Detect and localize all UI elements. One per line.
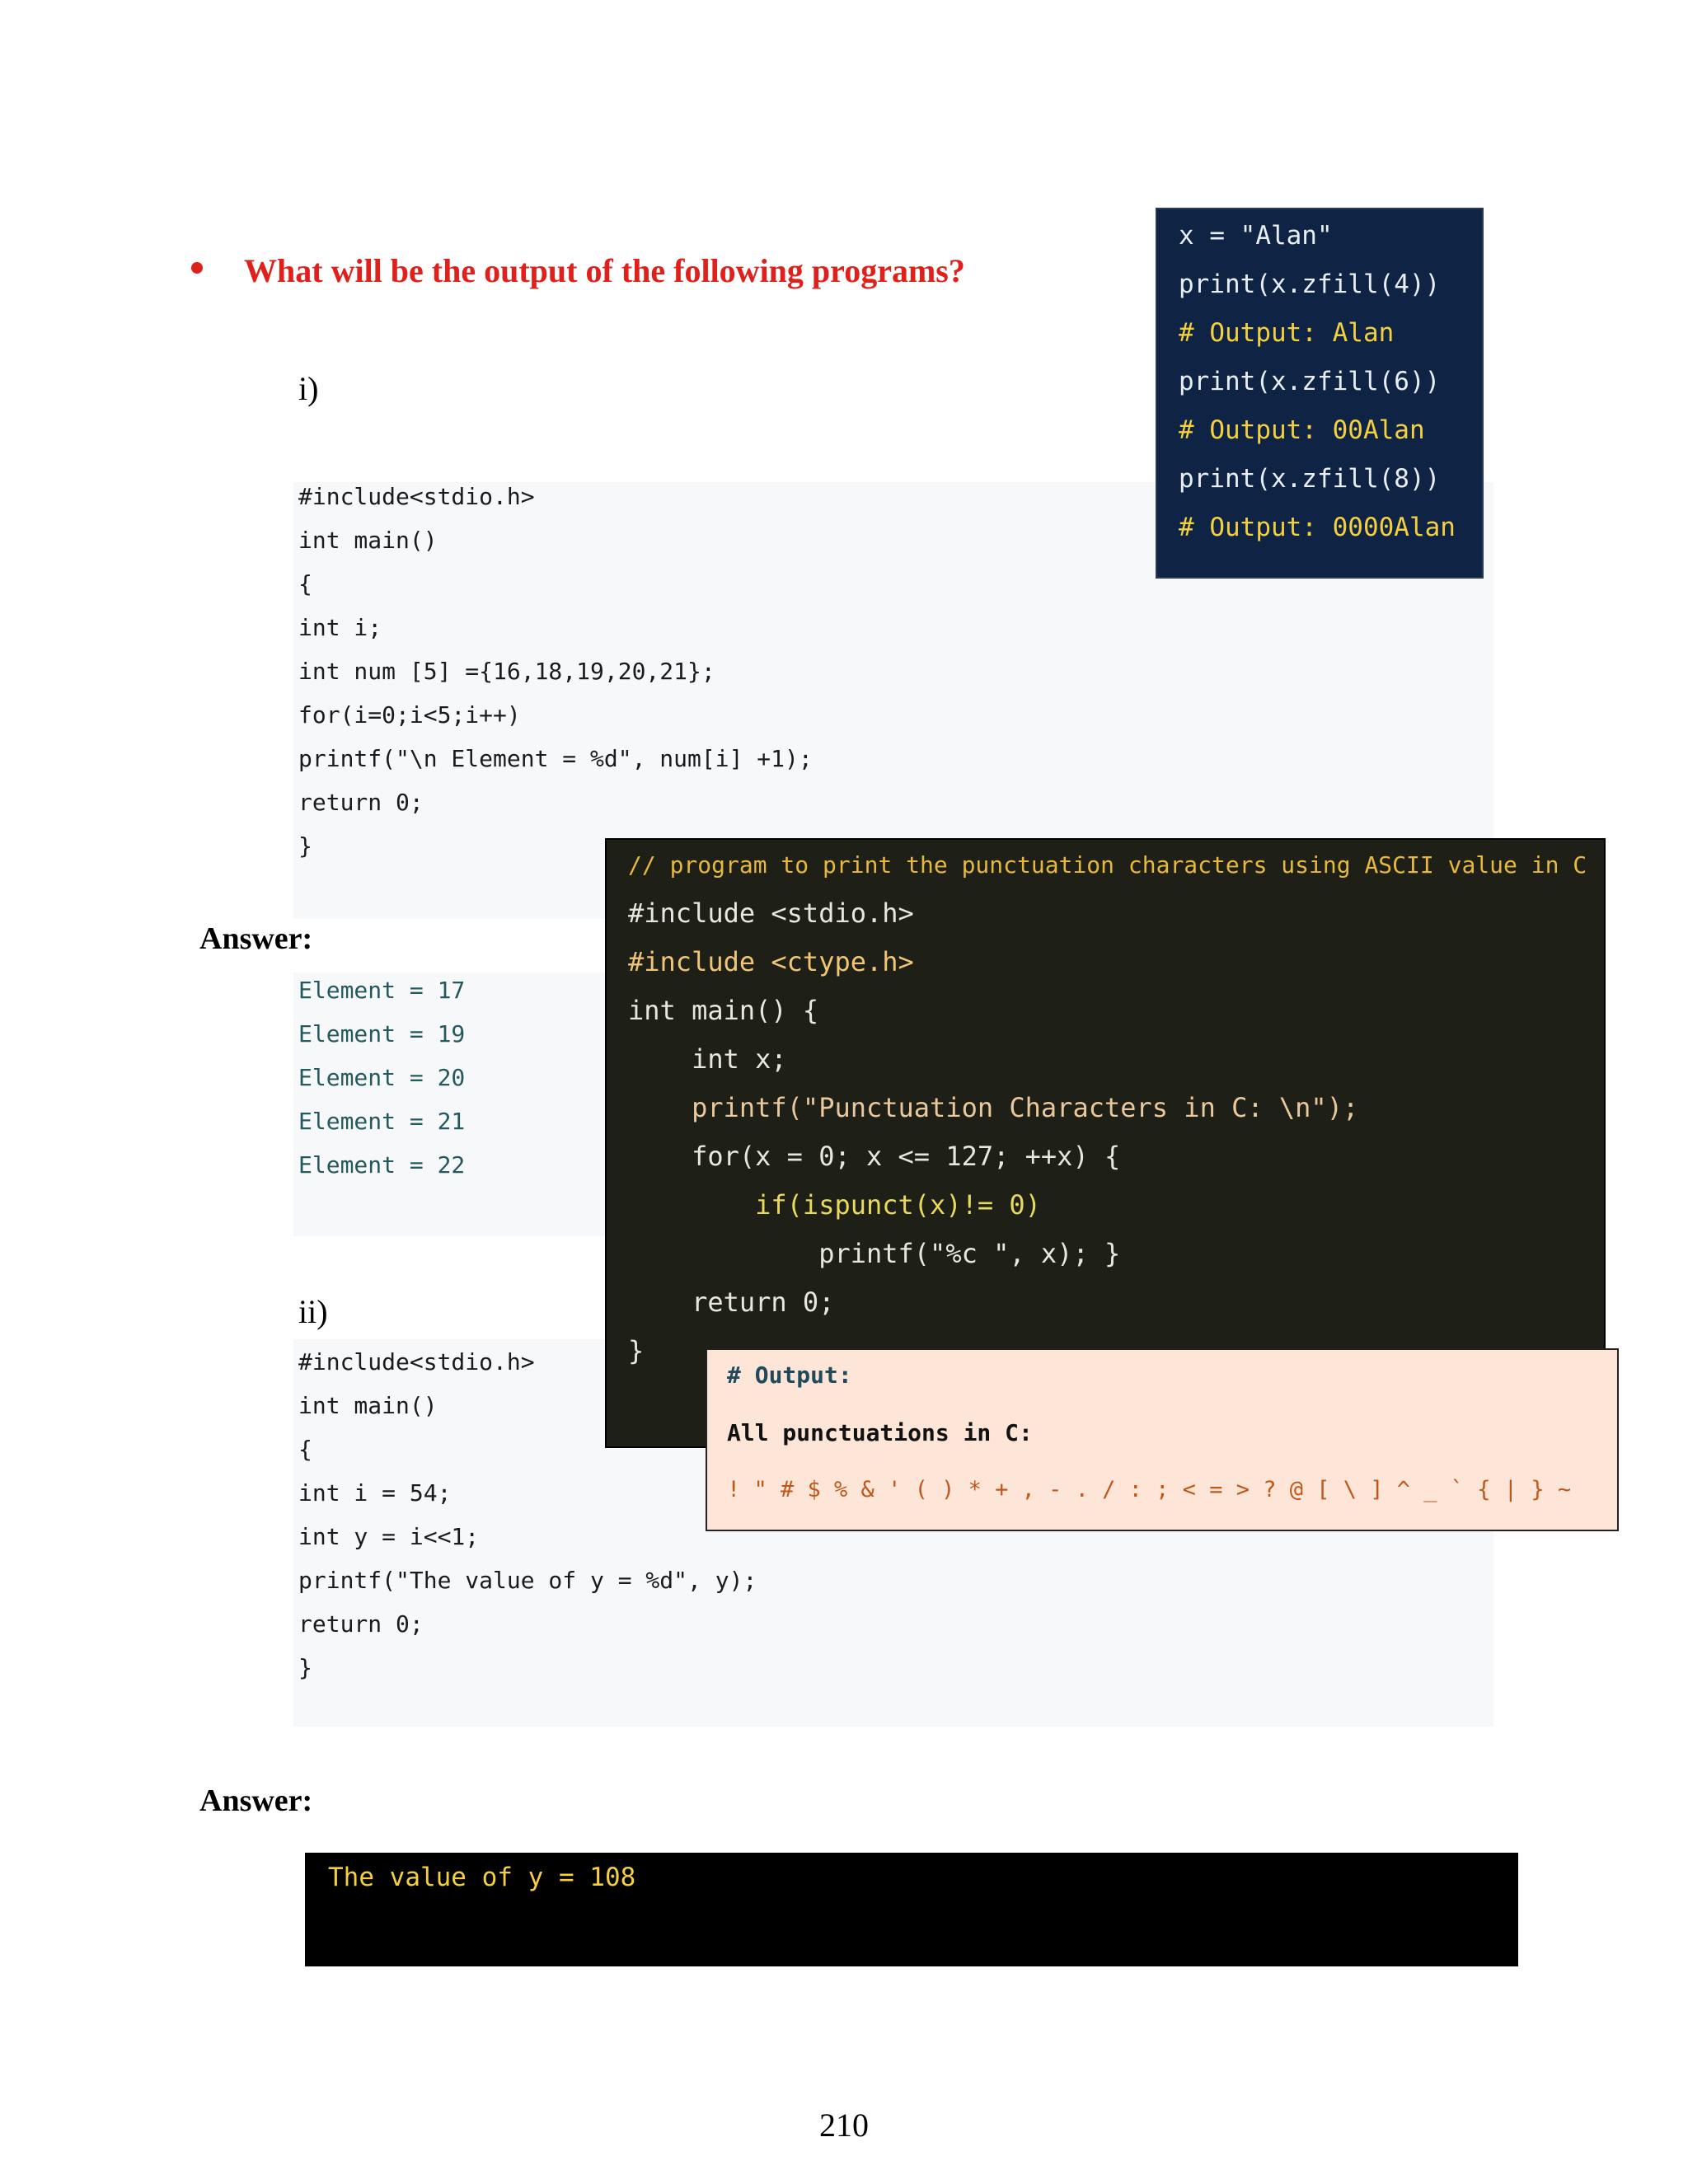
answer-1-output-block [293, 972, 607, 1236]
c-line: int x; [628, 1043, 787, 1075]
code-line: for(i=0;i<5;i++) [298, 701, 521, 729]
code-line: int main() [298, 527, 438, 554]
code-line: { [298, 1436, 312, 1463]
output-line: Element = 17 [298, 977, 466, 1004]
page-number: 210 [819, 2107, 869, 2144]
py-comment: # Output: Alan [1179, 318, 1395, 348]
answer-2-terminal: The value of y = 108 [305, 1853, 1518, 1966]
program-1-label: i) [298, 370, 319, 407]
answer-1-label: Answer: [199, 921, 313, 956]
c-line: int main() { [628, 995, 819, 1026]
py-comment: # Output: 0000Alan [1179, 513, 1456, 542]
py-comment: # Output: 00Alan [1179, 415, 1425, 445]
code-line: int y = i<<1; [298, 1523, 480, 1550]
program-2-label: ii) [298, 1293, 328, 1330]
c-line: printf("Punctuation Characters in C: \n"… [628, 1092, 1359, 1123]
c-line: if(ispunct(x)!= 0) [628, 1189, 1041, 1221]
answer-2-label: Answer: [199, 1783, 313, 1818]
py-line: x = "Alan" [1179, 221, 1333, 251]
py-line: print(x.zfill(4)) [1179, 269, 1441, 299]
c-line: } [628, 1335, 645, 1366]
code-line: int i = 54; [298, 1479, 452, 1507]
code-line: } [298, 1654, 312, 1681]
code-line: printf("\n Element = %d", num[i] +1); [298, 745, 813, 772]
output-line: Element = 22 [298, 1151, 466, 1179]
bullet-point [191, 262, 203, 274]
code-line: } [298, 832, 312, 860]
c-line: #include <ctype.h> [628, 946, 914, 977]
code-line: return 0; [298, 789, 424, 816]
code-line: printf("The value of y = %d", y); [298, 1567, 757, 1594]
question-heading: What will be the output of the following… [244, 252, 965, 289]
code-line: #include<stdio.h> [298, 483, 535, 510]
code-line: int i; [298, 614, 382, 641]
output-header: # Output: [727, 1361, 852, 1389]
c-line: printf("%c ", x); } [628, 1238, 1121, 1269]
punctuation-characters: ! " # $ % & ' ( ) * + , - . / : ; < = > … [727, 1477, 1572, 1502]
code-line: int main() [298, 1392, 438, 1419]
py-line: print(x.zfill(6)) [1179, 367, 1441, 396]
python-code-box: x = "Alan" print(x.zfill(4)) # Output: A… [1156, 208, 1484, 579]
code-line: { [298, 570, 312, 598]
code-line: return 0; [298, 1610, 424, 1638]
c-comment: // program to print the punctuation char… [628, 851, 1587, 879]
c-line: #include <stdio.h> [628, 898, 914, 929]
output-title: All punctuations in C: [727, 1419, 1033, 1446]
c-line: return 0; [628, 1286, 835, 1318]
code-line: #include<stdio.h> [298, 1348, 535, 1376]
output-line: Element = 20 [298, 1064, 466, 1091]
output-line: Element = 19 [298, 1020, 466, 1047]
py-line: print(x.zfill(8)) [1179, 464, 1441, 494]
output-box: # Output: All punctuations in C: ! " # $… [706, 1348, 1619, 1531]
c-line: for(x = 0; x <= 127; ++x) { [628, 1141, 1121, 1172]
output-line: Element = 21 [298, 1108, 466, 1135]
terminal-output: The value of y = 108 [328, 1863, 636, 1892]
code-line: int num [5] ={16,18,19,20,21}; [298, 658, 715, 685]
